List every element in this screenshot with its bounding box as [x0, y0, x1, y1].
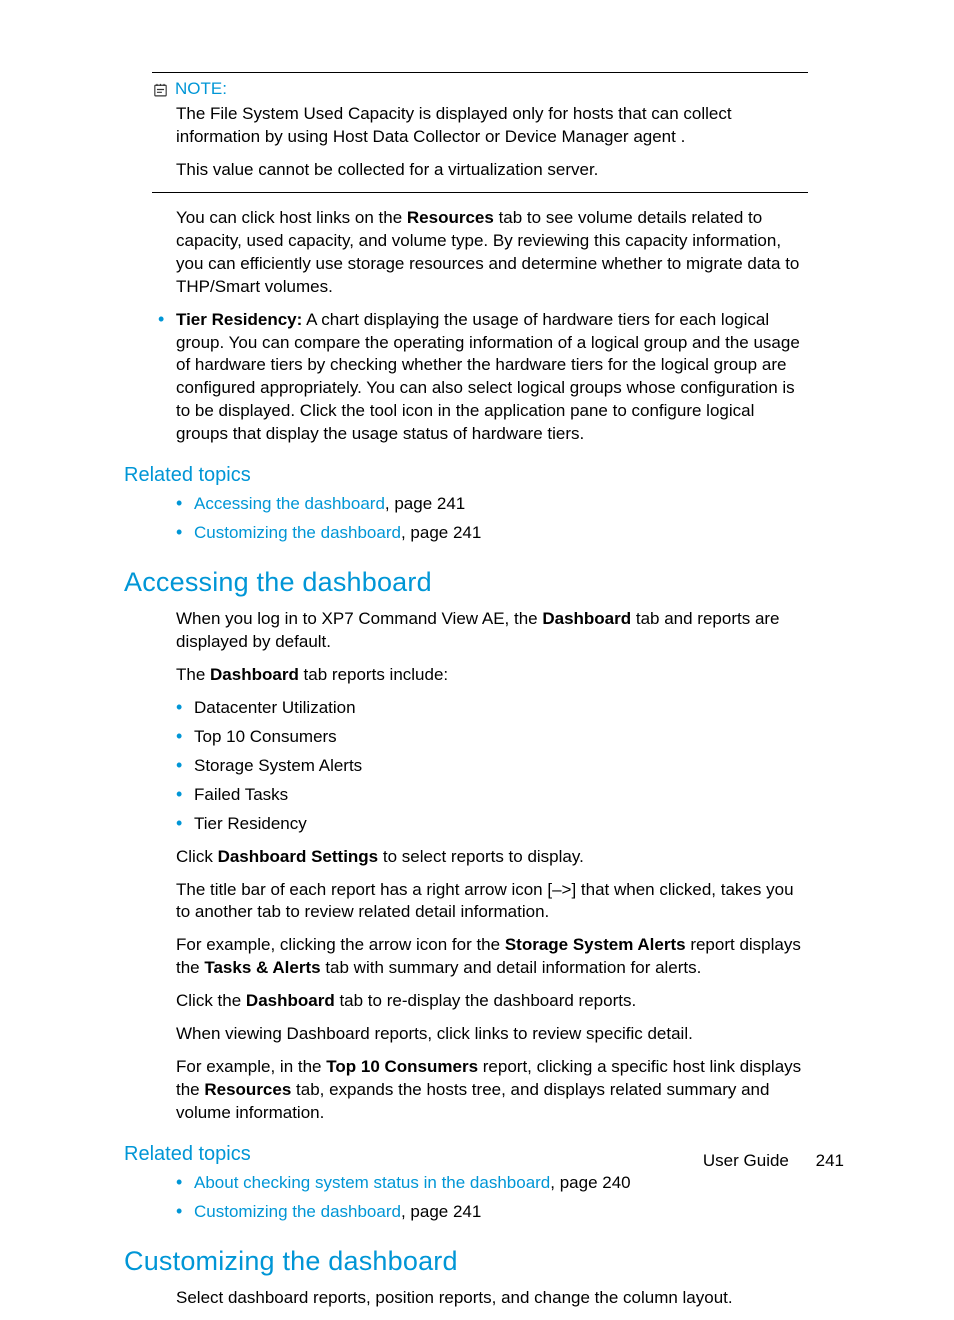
list-item: Tier Residency — [176, 813, 808, 836]
body-paragraph: For example, in the Top 10 Consumers rep… — [176, 1056, 808, 1125]
note-rule — [152, 192, 808, 193]
body-paragraph: The title bar of each report has a right… — [176, 879, 808, 925]
list-item: Storage System Alerts — [176, 755, 808, 778]
page-number: 241 — [816, 1151, 844, 1170]
link-customizing-dashboard[interactable]: Customizing the dashboard — [194, 523, 401, 542]
section-heading-customizing: Customizing the dashboard — [124, 1246, 808, 1277]
link-about-checking-status[interactable]: About checking system status in the dash… — [194, 1173, 550, 1192]
list-item: Tier Residency: A chart displaying the u… — [158, 309, 808, 447]
body-paragraph: Click the Dashboard tab to re-display th… — [176, 990, 808, 1013]
list-item: Customizing the dashboard, page 241 — [176, 522, 808, 545]
body-paragraph: For example, clicking the arrow icon for… — [176, 934, 808, 980]
note-icon — [152, 81, 169, 98]
reports-list: Datacenter Utilization Top 10 Consumers … — [176, 697, 808, 836]
related-topics-list: Accessing the dashboard, page 241 Custom… — [176, 493, 808, 545]
link-customizing-dashboard[interactable]: Customizing the dashboard — [194, 1202, 401, 1221]
body-paragraph: The Dashboard tab reports include: — [176, 664, 808, 687]
bullet-list: Tier Residency: A chart displaying the u… — [158, 309, 808, 447]
list-item: Datacenter Utilization — [176, 697, 808, 720]
note-label: NOTE: — [175, 79, 227, 99]
list-item: Customizing the dashboard, page 241 — [176, 1201, 808, 1224]
note-block: NOTE: The File System Used Capacity is d… — [152, 72, 808, 193]
body-paragraph: Click Dashboard Settings to select repor… — [176, 846, 808, 869]
link-accessing-dashboard[interactable]: Accessing the dashboard — [194, 494, 385, 513]
note-paragraph: This value cannot be collected for a vir… — [176, 159, 808, 182]
related-topics-heading: Related topics — [124, 464, 808, 487]
note-paragraph: The File System Used Capacity is display… — [176, 103, 808, 149]
body-paragraph: You can click host links on the Resource… — [176, 207, 808, 299]
body-paragraph: Select dashboard reports, position repor… — [176, 1287, 808, 1310]
list-item: Failed Tasks — [176, 784, 808, 807]
list-item: Top 10 Consumers — [176, 726, 808, 749]
list-item: About checking system status in the dash… — [176, 1172, 808, 1195]
body-paragraph: When you log in to XP7 Command View AE, … — [176, 608, 808, 654]
section-heading-accessing: Accessing the dashboard — [124, 567, 808, 598]
footer-label: User Guide — [703, 1151, 789, 1170]
page-footer: User Guide 241 — [0, 1151, 954, 1171]
list-item: Accessing the dashboard, page 241 — [176, 493, 808, 516]
related-topics-list: About checking system status in the dash… — [176, 1172, 808, 1224]
body-paragraph: When viewing Dashboard reports, click li… — [176, 1023, 808, 1046]
